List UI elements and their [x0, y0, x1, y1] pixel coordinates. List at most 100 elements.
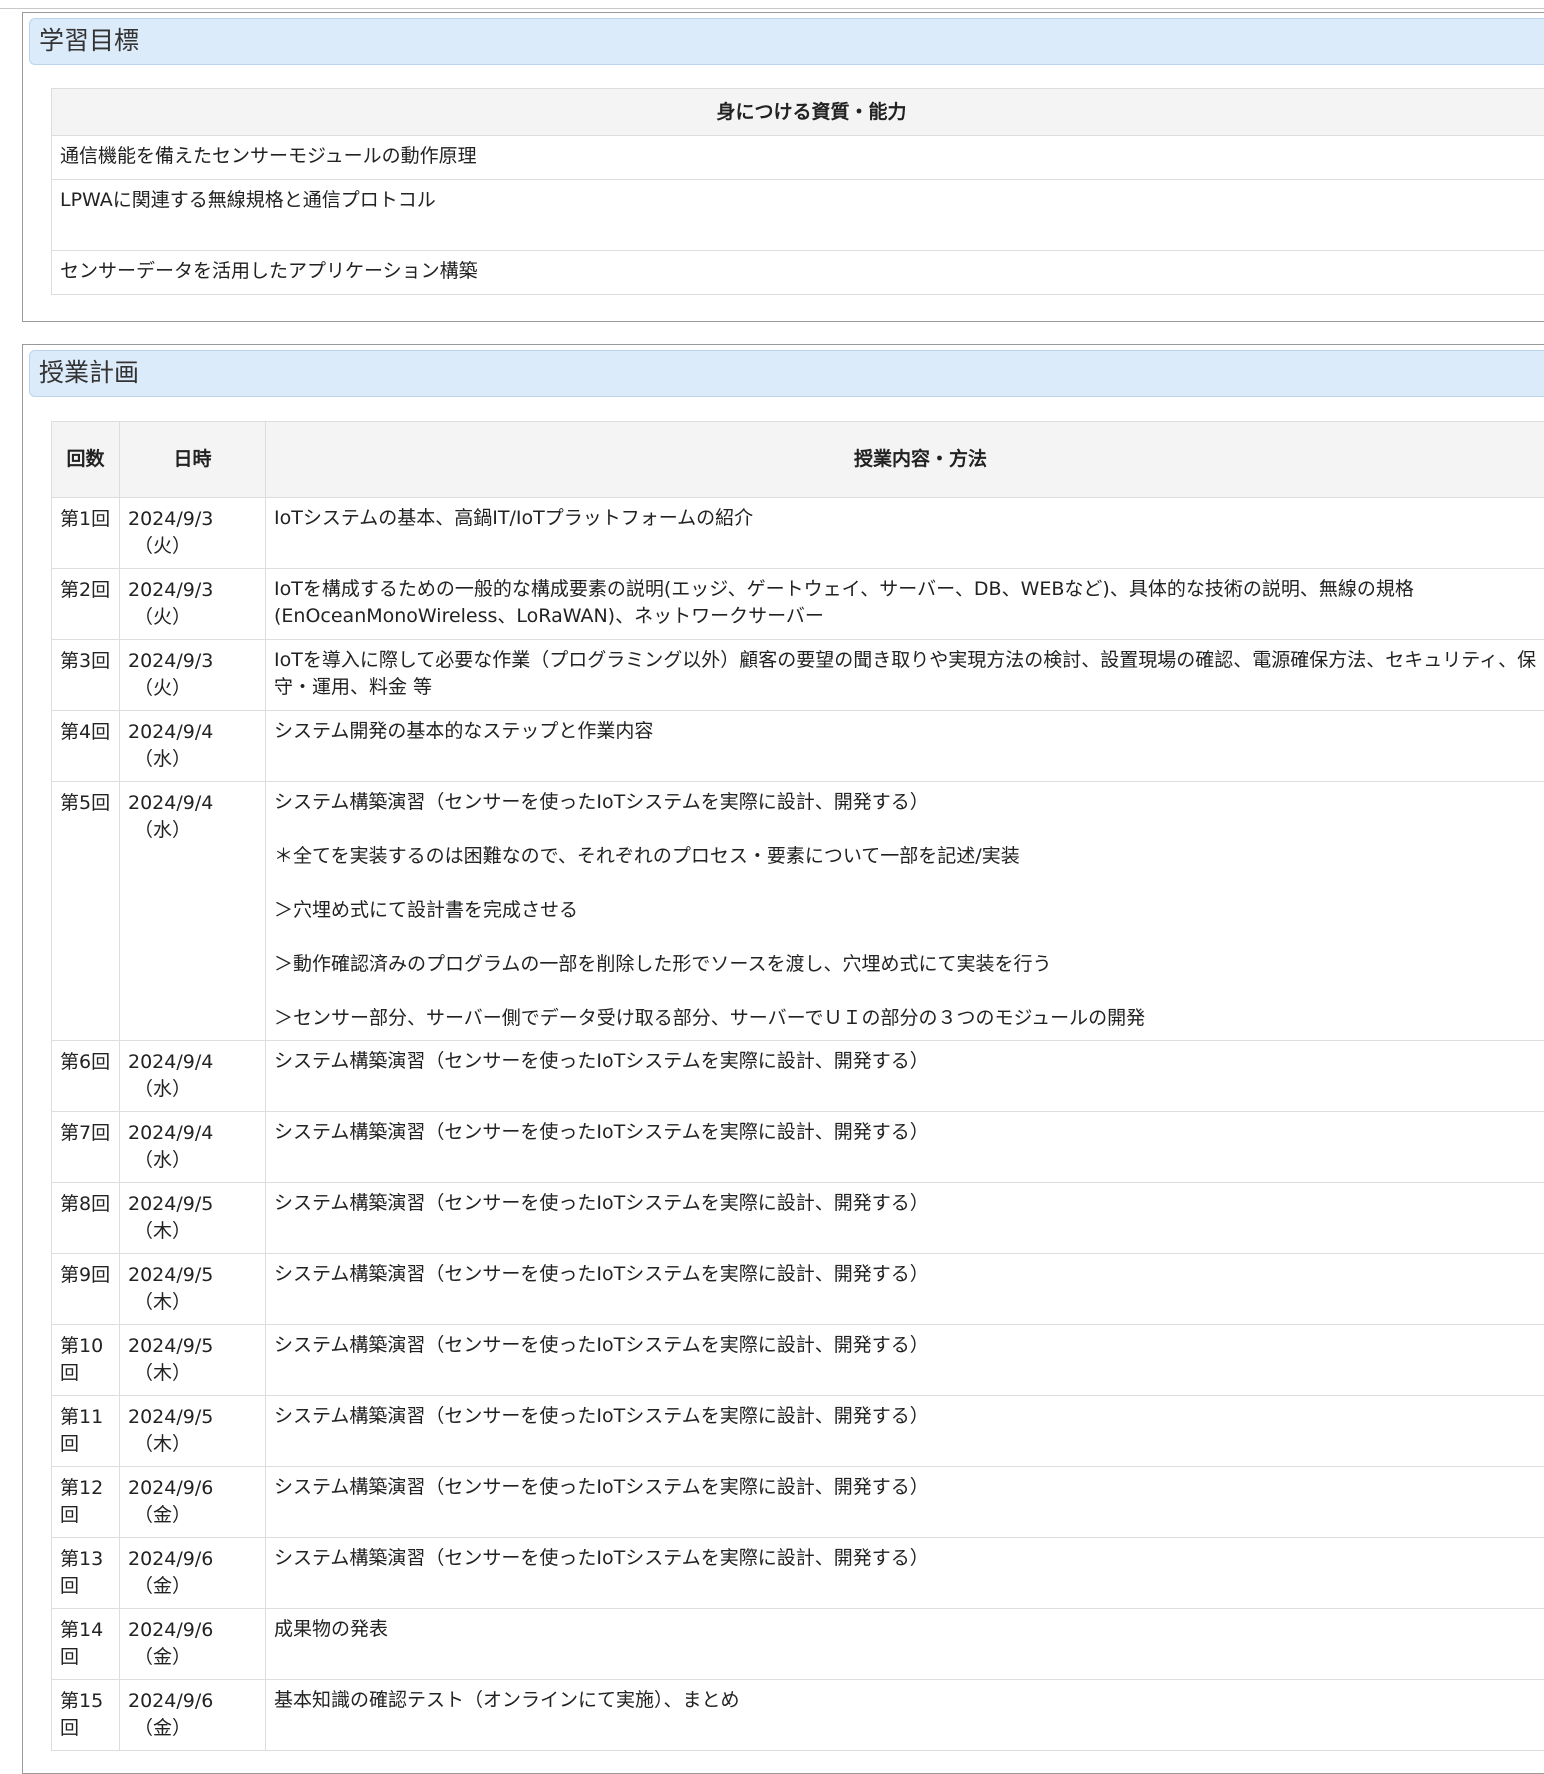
- plan-row-num: 第1回: [52, 498, 120, 569]
- plan-row-content: IoTシステムの基本、高鍋IT/IoTプラットフォームの紹介: [266, 498, 1544, 569]
- plan-row-num: 第11回: [52, 1396, 120, 1467]
- plan-row-content-line: 成果物の発表: [274, 1616, 1544, 1643]
- plan-row-date-cell: 2024/9/3（火）: [120, 569, 266, 640]
- plan-row-weekday: （火）: [128, 675, 257, 702]
- top-divider: [0, 8, 1544, 9]
- plan-row-content-line: システム構築演習（センサーを使ったIoTシステムを実際に設計、開発する）: [274, 1261, 1544, 1288]
- plan-row-content: システム構築演習（センサーを使ったIoTシステムを実際に設計、開発する）: [266, 1538, 1544, 1609]
- plan-row-weekday: （木）: [128, 1360, 257, 1387]
- plan-row-content-line: システム構築演習（センサーを使ったIoTシステムを実際に設計、開発する）: [274, 1190, 1544, 1217]
- plan-row-weekday: （金）: [128, 1573, 257, 1600]
- plan-row-num: 第15回: [52, 1680, 120, 1751]
- plan-row-date: 2024/9/5: [128, 1406, 213, 1428]
- plan-row-num: 第4回: [52, 711, 120, 782]
- plan-row-content-line: システム構築演習（センサーを使ったIoTシステムを実際に設計、開発する）: [274, 1119, 1544, 1146]
- plan-header-date: 日時: [120, 422, 266, 498]
- plan-row-date: 2024/9/6: [128, 1548, 213, 1570]
- plan-row-weekday: （水）: [128, 817, 257, 844]
- plan-row-content: システム構築演習（センサーを使ったIoTシステムを実際に設計、開発する）: [266, 1396, 1544, 1467]
- plan-section-header: 授業計画: [29, 350, 1544, 397]
- plan-row-content-line: IoTを導入に際して必要な作業（プログラミング以外）顧客の要望の聞き取りや実現方…: [274, 647, 1544, 701]
- plan-row-content: システム開発の基本的なステップと作業内容: [266, 711, 1544, 782]
- plan-row-date-cell: 2024/9/5 （木）: [120, 1254, 266, 1325]
- plan-header-num: 回数: [52, 422, 120, 498]
- plan-row-content: IoTを導入に際して必要な作業（プログラミング以外）顧客の要望の聞き取りや実現方…: [266, 640, 1544, 711]
- plan-table: 回数 日時 授業内容・方法 第1回2024/9/3（火）IoTシステムの基本、高…: [51, 421, 1544, 1751]
- plan-row: 第9回 2024/9/5 （木） システム構築演習（センサーを使ったIoTシステムを実…: [52, 1254, 1544, 1325]
- plan-row-date-cell: 2024/9/4 （水）: [120, 1041, 266, 1112]
- plan-row-weekday: （木）: [128, 1218, 257, 1245]
- plan-row-num: 第8回: [52, 1183, 120, 1254]
- goal-item: LPWAに関連する無線規格と通信プロトコル: [52, 180, 1544, 251]
- plan-row: 第15回2024/9/6（金）基本知識の確認テスト（オンラインにて実施）、まとめ: [52, 1680, 1544, 1751]
- plan-table-body: 第1回2024/9/3（火）IoTシステムの基本、高鍋IT/IoTプラットフォー…: [52, 498, 1544, 1751]
- plan-row-num: 第2回: [52, 569, 120, 640]
- plan-row: 第2回2024/9/3（火）IoTを構成するための一般的な構成要素の説明(エッジ…: [52, 569, 1544, 640]
- plan-row-date-cell: 2024/9/5 （木）: [120, 1183, 266, 1254]
- plan-row-content-line: ＞動作確認済みのプログラムの一部を削除した形でソースを渡し、穴埋め式にて実装を行…: [274, 951, 1544, 978]
- plan-row-content-line: システム構築演習（センサーを使ったIoTシステムを実際に設計、開発する）: [274, 1048, 1544, 1075]
- plan-row-date-cell: 2024/9/4 （水）: [120, 782, 266, 1041]
- plan-row-content: 成果物の発表: [266, 1609, 1544, 1680]
- plan-row: 第7回 2024/9/4 （水） システム構築演習（センサーを使ったIoTシステムを実…: [52, 1112, 1544, 1183]
- plan-row-date-cell: 2024/9/6 （金）: [120, 1538, 266, 1609]
- plan-row-date-cell: 2024/9/4 （水）: [120, 1112, 266, 1183]
- plan-row-content-line: IoTを構成するための一般的な構成要素の説明(エッジ、ゲートウェイ、サーバー、D…: [274, 576, 1544, 630]
- plan-row: 第10回2024/9/5（木）システム構築演習（センサーを使ったIoTシステムを…: [52, 1325, 1544, 1396]
- plan-row-weekday: （木）: [128, 1431, 257, 1458]
- plan-row-content: システム構築演習（センサーを使ったIoTシステムを実際に設計、開発する）＊全てを…: [266, 782, 1544, 1041]
- plan-row-content: システム構築演習（センサーを使ったIoTシステムを実際に設計、開発する）: [266, 1254, 1544, 1325]
- plan-row-num: 第13回: [52, 1538, 120, 1609]
- plan-row-date-cell: 2024/9/3（火）: [120, 498, 266, 569]
- goal-item: 通信機能を備えたセンサーモジュールの動作原理: [52, 136, 1544, 180]
- plan-row: 第1回2024/9/3（火）IoTシステムの基本、高鍋IT/IoTプラットフォー…: [52, 498, 1544, 569]
- plan-row-num: 第10回: [52, 1325, 120, 1396]
- plan-row-date-cell: 2024/9/4（水）: [120, 711, 266, 782]
- plan-row-num: 第9回: [52, 1254, 120, 1325]
- plan-row-date: 2024/9/4: [128, 1051, 213, 1073]
- plan-row-date: 2024/9/5: [128, 1264, 213, 1286]
- plan-row-date: 2024/9/3: [128, 650, 213, 672]
- plan-row-date-cell: 2024/9/5 （木）: [120, 1396, 266, 1467]
- plan-row-weekday: （水）: [128, 1076, 257, 1103]
- plan-row-content-line: システム構築演習（センサーを使ったIoTシステムを実際に設計、開発する）: [274, 789, 1544, 816]
- goals-table: 身につける資質・能力 通信機能を備えたセンサーモジュールの動作原理 LPWAに関…: [51, 88, 1544, 295]
- plan-row: 第8回 2024/9/5 （木） システム構築演習（センサーを使ったIoTシステムを実…: [52, 1183, 1544, 1254]
- plan-row: 第13回 2024/9/6 （金） システム構築演習（センサーを使ったIoTシステムを…: [52, 1538, 1544, 1609]
- plan-row-num: 第12回: [52, 1467, 120, 1538]
- plan-row-date-cell: 2024/9/6 （金）: [120, 1609, 266, 1680]
- plan-row-date: 2024/9/4: [128, 792, 213, 814]
- plan-row: 第4回2024/9/4（水）システム開発の基本的なステップと作業内容: [52, 711, 1544, 782]
- plan-section: 授業計画 回数 日時 授業内容・方法 第1回2024/9/3（火）IoTシステム…: [22, 344, 1544, 1774]
- plan-row: 第14回2024/9/6（金）成果物の発表: [52, 1609, 1544, 1680]
- plan-row-weekday: （水）: [128, 1147, 257, 1174]
- plan-row-content: システム構築演習（センサーを使ったIoTシステムを実際に設計、開発する）: [266, 1467, 1544, 1538]
- goals-section: 学習目標 身につける資質・能力 通信機能を備えたセンサーモジュールの動作原理 L…: [22, 12, 1544, 322]
- plan-row-weekday: （火）: [128, 604, 257, 631]
- plan-row: 第5回2024/9/4（水）システム構築演習（センサーを使ったIoTシステムを実…: [52, 782, 1544, 1041]
- plan-row-num: 第3回: [52, 640, 120, 711]
- plan-row-num: 第7回: [52, 1112, 120, 1183]
- plan-row-content-line: 基本知識の確認テスト（オンラインにて実施）、まとめ: [274, 1687, 1544, 1714]
- plan-row-date-cell: 2024/9/5（木）: [120, 1325, 266, 1396]
- plan-row-weekday: （木）: [128, 1289, 257, 1316]
- plan-row-content: システム構築演習（センサーを使ったIoTシステムを実際に設計、開発する）: [266, 1112, 1544, 1183]
- plan-row-content: システム構築演習（センサーを使ったIoTシステムを実際に設計、開発する）: [266, 1325, 1544, 1396]
- plan-row: 第6回2024/9/4（水）システム構築演習（センサーを使ったIoTシステムを実…: [52, 1041, 1544, 1112]
- plan-row-date: 2024/9/5: [128, 1193, 213, 1215]
- plan-row-weekday: （金）: [128, 1644, 257, 1671]
- plan-row-content: システム構築演習（センサーを使ったIoTシステムを実際に設計、開発する）: [266, 1183, 1544, 1254]
- goals-section-title: 学習目標: [39, 25, 139, 57]
- plan-row-weekday: （金）: [128, 1715, 257, 1742]
- goals-column-header: 身につける資質・能力: [52, 89, 1544, 136]
- plan-row-content: システム構築演習（センサーを使ったIoTシステムを実際に設計、開発する）: [266, 1041, 1544, 1112]
- plan-row-date: 2024/9/3: [128, 508, 213, 530]
- plan-row-content-line: ＞センサー部分、サーバー側でデータ受け取る部分、サーバーでＵＩの部分の３つのモジ…: [274, 1005, 1544, 1032]
- plan-row-date: 2024/9/4: [128, 1122, 213, 1144]
- plan-row-content-line: システム構築演習（センサーを使ったIoTシステムを実際に設計、開発する）: [274, 1545, 1544, 1572]
- plan-row-date-cell: 2024/9/6（金）: [120, 1467, 266, 1538]
- plan-row-content-line: システム構築演習（センサーを使ったIoTシステムを実際に設計、開発する）: [274, 1474, 1544, 1501]
- plan-row: 第3回 2024/9/3 （火） IoTを導入に際して必要な作業（プログラミング以外）…: [52, 640, 1544, 711]
- plan-section-title: 授業計画: [39, 357, 139, 389]
- plan-row-date: 2024/9/6: [128, 1619, 213, 1641]
